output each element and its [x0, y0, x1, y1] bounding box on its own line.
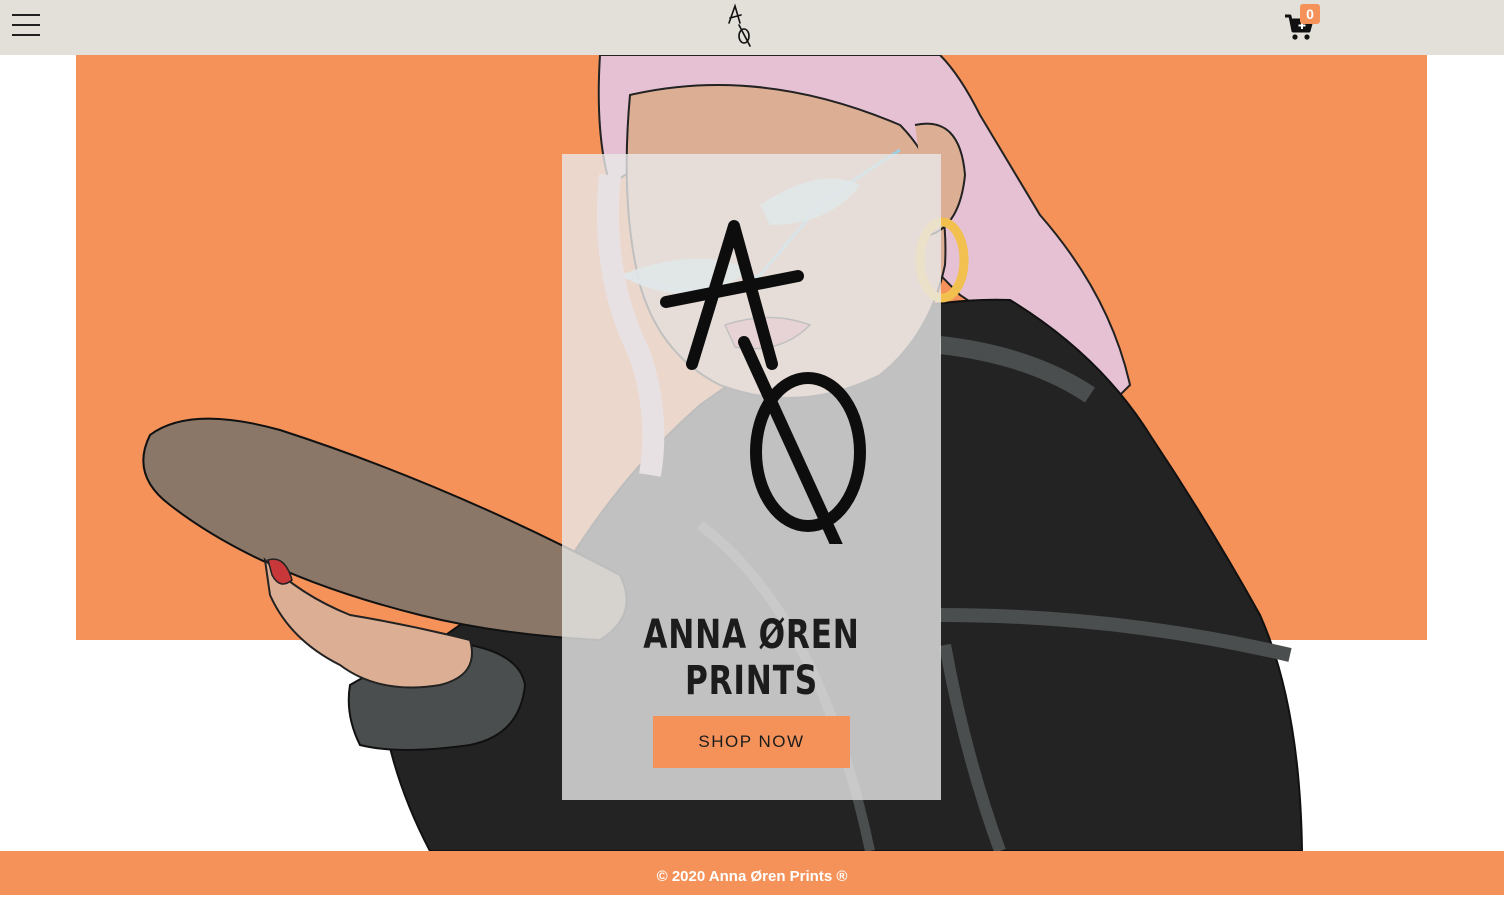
ao-monogram-logo-large — [660, 220, 866, 544]
footer-copyright: © 2020 Anna Øren Prints ® — [0, 851, 1504, 895]
ao-monogram-logo[interactable] — [722, 3, 758, 49]
cart-count-badge: 0 — [1300, 4, 1320, 24]
top-navigation-bar: 0 — [0, 0, 1504, 55]
shop-now-button[interactable]: SHOP NOW — [653, 716, 850, 768]
hamburger-menu-icon[interactable] — [12, 12, 40, 38]
shopping-cart-button[interactable]: 0 — [1282, 4, 1322, 44]
brand-title: ANNA ØREN PRINTS — [643, 612, 860, 704]
hero-overlay-card: ANNA ØREN PRINTS SHOP NOW — [562, 154, 941, 800]
hero-section: ANNA ØREN PRINTS SHOP NOW — [0, 55, 1504, 851]
